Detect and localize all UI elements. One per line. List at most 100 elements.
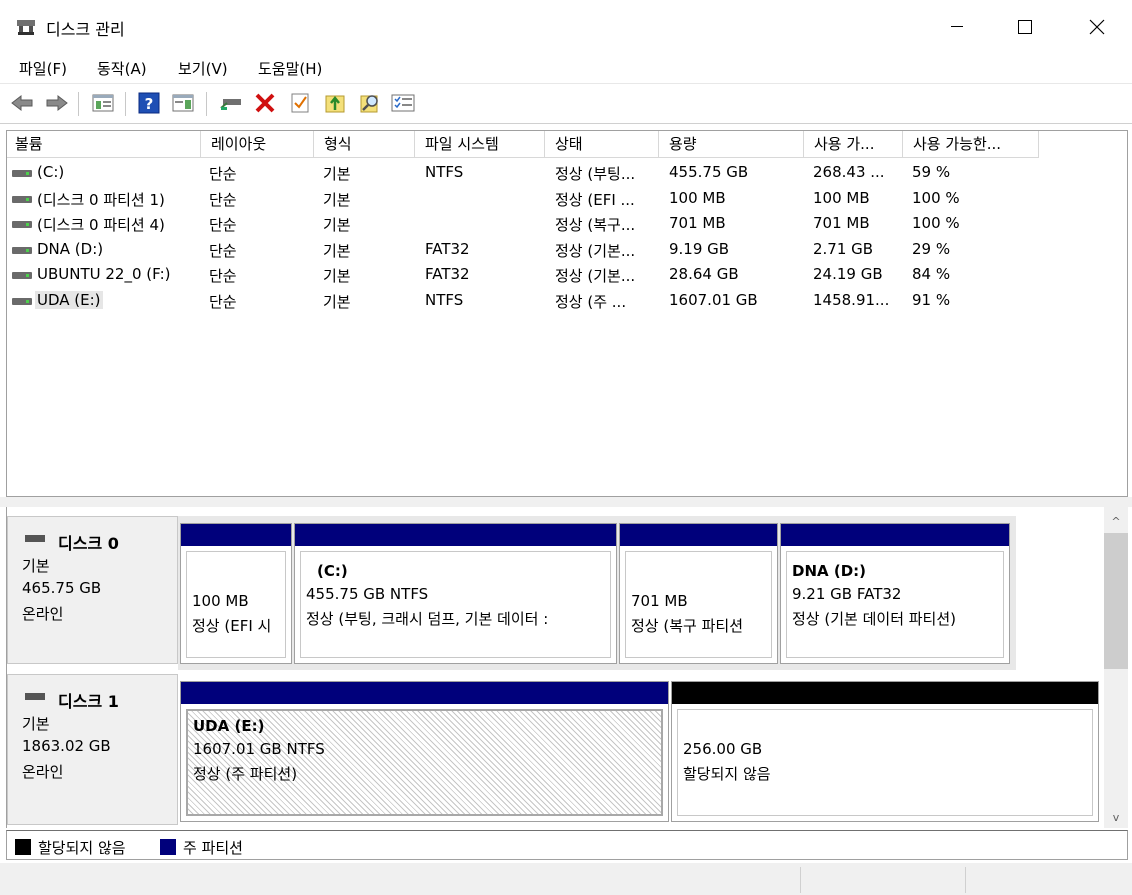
drive-icon <box>12 272 32 280</box>
scroll-up-icon[interactable]: ^ <box>1104 511 1128 531</box>
cell-filesystem: FAT32 <box>425 265 470 284</box>
disk-state: 온라인 <box>22 763 64 781</box>
cell-layout: 단순 <box>209 216 237 235</box>
cell-free-space: 268.43 ... <box>813 163 885 181</box>
volume-list: 볼륨 레이아웃 형식 파일 시스템 상태 용량 사용 가... 사용 가능한..… <box>6 130 1128 497</box>
drive-icon <box>12 246 32 254</box>
console-tree-icon[interactable] <box>90 91 116 115</box>
disk-size: 465.75 GB <box>22 579 102 597</box>
help-icon[interactable]: ? <box>136 91 162 115</box>
legend-primary: 주 파티션 <box>183 839 243 857</box>
maximize-button[interactable] <box>990 0 1060 54</box>
cell-type: 기본 <box>323 165 351 183</box>
connect-drive-icon[interactable] <box>218 91 244 115</box>
scroll-down-icon[interactable]: v <box>1104 807 1128 827</box>
title-bar: 디스크 관리 <box>0 0 1132 54</box>
table-row[interactable]: (C:) 단순 기본 NTFS 정상 (부팅... 455.75 GB 268.43 ...… <box>7 161 1127 186</box>
find-icon[interactable] <box>357 91 383 115</box>
cell-status: 정상 (기본... <box>555 241 636 260</box>
disk-icon <box>25 693 45 700</box>
col-layout[interactable]: 레이아웃 <box>201 131 314 158</box>
cell-status: 정상 (기본... <box>555 267 636 286</box>
cell-free-space: 1458.91... <box>813 291 890 309</box>
cell-type: 기본 <box>323 267 351 286</box>
table-row[interactable]: UBUNTU 22_0 (F:) 단순 기본 FAT32 정상 (기본... 28.64 … <box>7 263 1127 288</box>
cell-volume: UDA (E:) <box>35 291 103 309</box>
cell-free-space: 701 MB <box>813 214 870 233</box>
properties-icon[interactable] <box>287 91 313 115</box>
legend-unallocated: 할당되지 않음 <box>38 839 126 857</box>
forward-arrow-icon[interactable] <box>44 91 70 115</box>
cell-percent-free: 84 % <box>912 265 951 284</box>
menu-view[interactable]: 보기(V) <box>176 58 230 79</box>
col-type[interactable]: 형식 <box>314 131 415 158</box>
cell-percent-free: 100 % <box>912 214 960 233</box>
disk-name: 디스크 0 <box>58 534 119 553</box>
drive-icon <box>12 195 32 203</box>
volume-list-header: 볼륨 레이아웃 형식 파일 시스템 상태 용량 사용 가... 사용 가능한..… <box>7 131 1127 158</box>
col-capacity[interactable]: 용량 <box>659 131 804 158</box>
cell-free-space: 2.71 GB <box>813 239 874 258</box>
delete-icon[interactable] <box>252 91 278 115</box>
cell-capacity: 1607.01 GB <box>669 291 758 309</box>
import-disk-icon[interactable] <box>322 91 348 115</box>
cell-type: 기본 <box>323 190 351 209</box>
svg-text:?: ? <box>145 95 154 113</box>
partition-recovery[interactable]: 701 MB 정상 (복구 파티션 <box>619 523 778 664</box>
maximize-icon <box>1018 20 1032 34</box>
toolbar: ? <box>0 84 1132 124</box>
menu-action[interactable]: 동작(A) <box>95 58 149 79</box>
col-free-space[interactable]: 사용 가... <box>804 131 903 158</box>
legend-swatch-primary <box>160 839 176 855</box>
menu-help[interactable]: 도움말(H) <box>256 58 324 79</box>
cell-volume: (디스크 0 파티션 1) <box>37 190 165 209</box>
table-row[interactable]: DNA (D:) 단순 기본 FAT32 정상 (기본... 9.19 GB 2.71 GB… <box>7 238 1127 263</box>
status-bar <box>0 863 1132 895</box>
cell-free-space: 100 MB <box>813 188 870 207</box>
col-volume[interactable]: 볼륨 <box>7 131 201 158</box>
partition-d[interactable]: DNA (D:) 9.21 GB FAT32 정상 (기본 데이터 파티션) <box>780 523 1010 664</box>
cell-filesystem: FAT32 <box>425 239 470 258</box>
col-status[interactable]: 상태 <box>545 131 659 158</box>
table-row[interactable]: (디스크 0 파티션 4) 단순 기본 정상 (복구... 701 MB 701 MB 10… <box>7 212 1127 237</box>
disk-1-label[interactable]: 디스크 1 기본 1863.02 GB 온라인 <box>7 674 178 825</box>
cell-volume: (디스크 0 파티션 4) <box>37 216 165 235</box>
cell-percent-free: 100 % <box>912 188 960 207</box>
drive-icon <box>12 221 32 229</box>
partition-e[interactable]: UDA (E:) 1607.01 GB NTFS 정상 (주 파티션) <box>180 681 669 822</box>
back-arrow-icon[interactable] <box>9 91 35 115</box>
cell-type: 기본 <box>323 241 351 260</box>
pane-splitter[interactable] <box>0 497 1132 507</box>
partition-c[interactable]: (C:) 455.75 GB NTFS 정상 (부팅, 크래시 덤프, 기본 데… <box>294 523 617 664</box>
disk-type: 기본 <box>22 557 50 575</box>
cell-layout: 단순 <box>209 267 237 286</box>
disk-name: 디스크 1 <box>58 692 119 711</box>
partition-efi[interactable]: 100 MB 정상 (EFI 시 <box>180 523 292 664</box>
cell-volume: DNA (D:) <box>37 239 104 258</box>
cell-volume: UBUNTU 22_0 (F:) <box>37 265 171 284</box>
cell-layout: 단순 <box>209 190 237 209</box>
close-icon <box>1089 19 1105 35</box>
cell-layout: 단순 <box>209 241 237 260</box>
cell-status: 정상 (복구... <box>555 216 636 235</box>
action-pane-icon[interactable] <box>170 91 196 115</box>
disk-0-label[interactable]: 디스크 0 기본 465.75 GB 온라인 <box>7 516 178 664</box>
scroll-thumb[interactable] <box>1104 533 1128 669</box>
menu-bar: 파일(F) 동작(A) 보기(V) 도움말(H) <box>0 54 1132 84</box>
table-row[interactable]: (디스크 0 파티션 1) 단순 기본 정상 (EFI ... 100 MB 100 MB… <box>7 187 1127 212</box>
minimize-icon <box>951 26 963 27</box>
menu-file[interactable]: 파일(F) <box>17 58 69 79</box>
cell-percent-free: 59 % <box>912 163 951 181</box>
minimize-button[interactable] <box>922 0 992 54</box>
col-filesystem[interactable]: 파일 시스템 <box>415 131 545 158</box>
cell-type: 기본 <box>323 216 351 235</box>
cell-capacity: 28.64 GB <box>669 265 739 284</box>
col-percent-free[interactable]: 사용 가능한... <box>903 131 1039 158</box>
cell-capacity: 100 MB <box>669 188 726 207</box>
table-row[interactable]: UDA (E:) 단순 기본 NTFS 정상 (주 ... 1607.01 GB 1458.… <box>7 289 1127 314</box>
vertical-scrollbar[interactable]: ^ v <box>1104 507 1128 828</box>
partition-unallocated[interactable]: 256.00 GB 할당되지 않음 <box>671 681 1099 822</box>
close-button[interactable] <box>1062 0 1132 54</box>
list-icon[interactable] <box>390 91 416 115</box>
cell-status: 정상 (EFI ... <box>555 190 635 209</box>
